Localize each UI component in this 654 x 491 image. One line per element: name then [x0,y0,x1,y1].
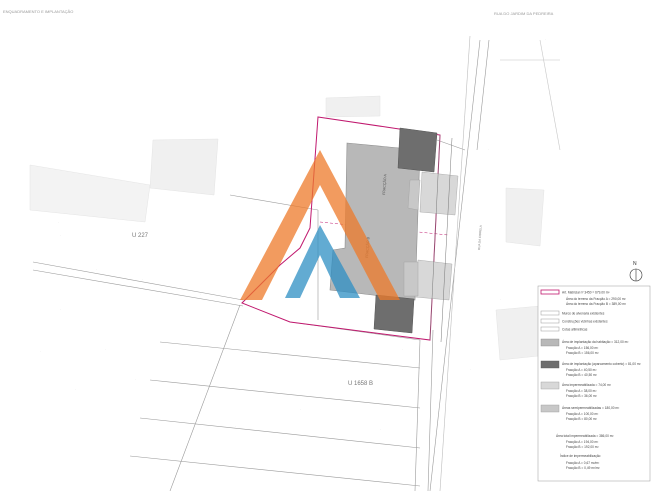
legend-semi-a: Fracção A = 100,00 m² [566,412,598,416]
svg-text:·: · [60,234,61,237]
svg-text:·: · [402,348,403,351]
svg-text:·: · [500,298,501,301]
svg-text:·: · [545,38,546,41]
legend-annex-a: Fracção A = 40,50 m² [566,368,596,372]
svg-text:·: · [380,428,381,431]
site-plan-svg: ENQUADRAMENTO E IMPLANTAÇÃO RUA DO JARDI… [3,9,651,491]
parcel-label-u227: U 227 [132,233,149,239]
svg-text:·: · [135,378,136,381]
svg-text:·: · [75,388,76,391]
site-plan-drawing: ENQUADRAMENTO E IMPLANTAÇÃO RUA DO JARDI… [0,0,654,491]
legend-index-b: Fracção B = 0,49 m²/m² [566,466,600,470]
legend-item-neighbours: Construções vizinhas existentes [562,320,608,324]
annex-north[interactable] [397,127,438,173]
svg-text:·: · [40,350,41,353]
legend-total-a: Fracção A = 194,00 m² [566,440,598,444]
legend-item-walls: Muros de alvenaria existentes [562,312,605,316]
svg-text:·: · [300,408,301,411]
header-left-text: ENQUADRAMENTO E IMPLANTAÇÃO [3,9,73,14]
legend-area-sub-b: Área do terreno da Fracção B = 389,00 m² [566,302,626,306]
legend-imperm-label: Área impermeabilizada = 74,00 m² [562,383,611,387]
legend-impl-b: Fracção B = 156,00 m² [566,351,599,355]
street-label: RUA DA CIDRELA [477,225,483,250]
annex-south[interactable] [373,294,415,334]
legend-impl-label: Área de implantação da habitação = 312,0… [562,340,628,344]
north-arrow: N [629,261,643,282]
legend-imperm-b: Fracção B = 36,00 m² [566,394,597,398]
legend: Art. Matricial nº 3450 = 679,00 m² Área … [537,285,651,482]
legend-total-label: Área total impermeabilizada = 386,00 m² [556,434,614,438]
legend-area-label: Art. Matricial nº 3450 = 679,00 m² [562,291,610,295]
legend-annex-label: Área de implantação (aparcamento coberto… [562,362,641,366]
legend-index-label: Índice de impermeabilização [560,454,601,458]
svg-text:·: · [96,268,97,271]
svg-text:·: · [105,348,106,351]
legend-semi-b: Fracção B = 80,00 m² [566,417,597,421]
header-right-text: RUA DO JARDIM DA PEDREIRA [494,11,554,16]
legend-item-elevations: Cotas altimétricas [562,328,588,332]
svg-text:·: · [235,425,236,428]
legend-imperm-a: Fracção A = 38,00 m² [566,389,596,393]
legend-total-b: Fracção B = 192,00 m² [566,445,599,449]
north-label: N [633,261,637,267]
svg-text:·: · [488,148,489,151]
legend-annex-b: Fracção B = 40,50 m² [566,373,597,377]
svg-text:·: · [142,278,143,281]
legend-semi-label: Áreas semipermeabilizadas = 180,00 m² [562,406,619,410]
cadastral-lines [32,35,561,491]
svg-text:·: · [60,308,61,311]
svg-text:·: · [470,368,471,371]
legend-area-sub-a: Área do terreno da Fracção A = 290,00 m² [566,297,626,301]
svg-text:·: · [58,221,59,224]
parcel-label-u1658b: U 1658 B [348,381,373,387]
legend-impl-a: Fracção A = 156,00 m² [566,346,598,350]
svg-text:·: · [200,293,201,296]
legend-index-a: Fracção A = 0,67 m²/m² [566,461,599,465]
